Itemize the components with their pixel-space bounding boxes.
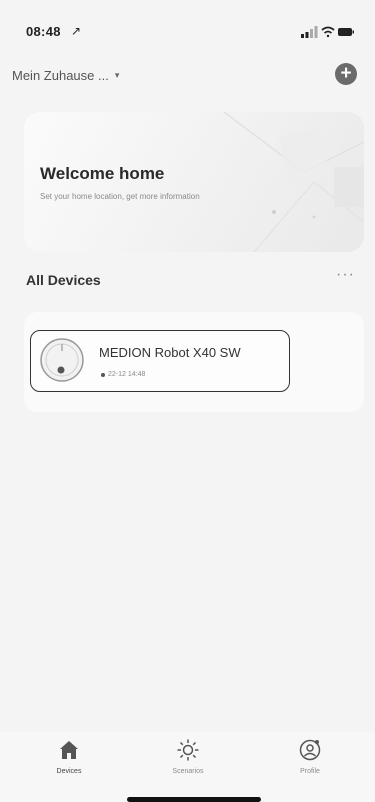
status-bar: 08:48 ↗ (0, 0, 375, 60)
home-icon (60, 741, 78, 759)
home-name: Mein Zuhause ... (12, 67, 109, 83)
wifi-icon (321, 26, 335, 38)
tab-profile[interactable]: Profile (275, 738, 345, 784)
battery-icon (338, 28, 354, 36)
profile-icon (299, 739, 321, 761)
sun-icon (177, 739, 199, 761)
robot-vacuum-icon (40, 338, 84, 382)
add-button[interactable]: + (335, 63, 357, 85)
welcome-card[interactable]: Welcome home Set your home location, get… (24, 112, 364, 252)
tab-bar: Devices Scenarios Profile (0, 732, 375, 802)
tab-label: Scenarios (172, 768, 204, 775)
status-dot-icon (101, 372, 105, 377)
home-indicator (127, 797, 261, 802)
location-arrow-icon: ↗ (71, 24, 82, 38)
device-status-text: 22-12 14:48 (108, 371, 146, 378)
device-name: MEDION Robot X40 SW (99, 345, 241, 360)
tab-scenarios[interactable]: Scenarios (153, 738, 223, 784)
welcome-decoration (223, 112, 364, 252)
home-selector[interactable]: Mein Zuhause ... ▾ (12, 64, 119, 86)
signal-icon (301, 26, 318, 38)
more-button[interactable]: ··· (336, 266, 355, 284)
plus-icon: + (340, 63, 352, 84)
tab-label: Devices (56, 768, 82, 775)
welcome-title: Welcome home (40, 164, 165, 183)
welcome-subtitle: Set your home location, get more informa… (40, 192, 200, 201)
device-status: 22-12 14:48 (101, 371, 145, 378)
chevron-down-icon: ▾ (114, 69, 120, 80)
tab-devices[interactable]: Devices (34, 738, 104, 784)
tab-label: Profile (300, 768, 320, 775)
device-card[interactable]: MEDION Robot X40 SW 22-12 14:48 (30, 330, 290, 392)
status-icons (301, 26, 354, 38)
status-time: 08:48 (26, 24, 61, 39)
section-title: All Devices (26, 272, 101, 288)
